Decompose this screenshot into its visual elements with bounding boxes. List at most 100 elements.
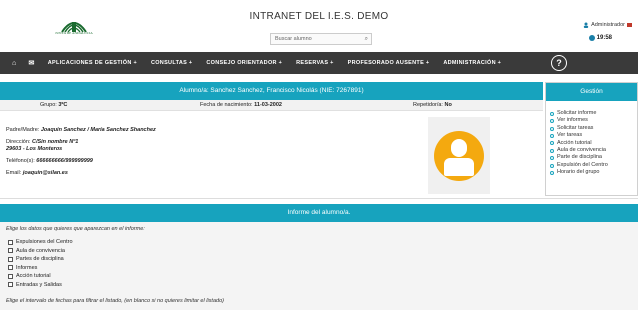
checkbox[interactable]: [8, 265, 13, 271]
check-expulsiones[interactable]: Expulsiones del Centro: [8, 238, 73, 247]
avatar: [428, 117, 490, 194]
user-menu[interactable]: Administrador: [583, 22, 632, 28]
search-input[interactable]: [271, 34, 357, 44]
gestion-item-label: Horario del grupo: [557, 169, 600, 176]
bullet-icon: [550, 163, 554, 168]
checkbox[interactable]: [8, 282, 13, 288]
direccion-line1: C/Sin nombre Nº1: [31, 139, 79, 145]
clock-time: 19:58: [596, 35, 612, 41]
report-body: Elige los datos que quieres que aparezca…: [0, 222, 638, 310]
checkbox[interactable]: [8, 239, 13, 245]
gestion-solicitar-informe[interactable]: Solicitar informe: [550, 110, 637, 117]
nav-administracion[interactable]: ADMINISTRACIÓN +: [436, 52, 508, 74]
grupo-value: 3ºC: [58, 102, 68, 108]
email-label: Email:: [6, 170, 22, 176]
checkbox[interactable]: [8, 273, 13, 279]
gestion-item-label: Ver informes: [557, 117, 588, 124]
bullet-icon: [550, 126, 554, 131]
username: Administrador: [591, 22, 625, 28]
gestion-item-label: Aula de convivencia: [557, 147, 606, 154]
nav-aplicaciones[interactable]: APLICACIONES DE GESTIÓN +: [41, 52, 144, 74]
nacimiento-label: Fecha de nacimiento:: [200, 102, 253, 108]
gestion-item-label: Acción tutorial: [557, 139, 592, 146]
grupo-field: Grupo: 3ºC: [40, 102, 67, 108]
report-hint-dates: Elige el intervalo de fechas para filtra…: [6, 298, 224, 304]
student-summary-row: Grupo: 3ºC Fecha de nacimiento: 11-03-20…: [0, 100, 543, 111]
report-heading: Informe del alumno/a.: [0, 204, 638, 222]
gestion-item-label: Expulsión del Centro: [557, 161, 608, 168]
gestion-list: Solicitar informe Ver informes Solicitar…: [546, 101, 637, 177]
check-label: Expulsiones del Centro: [16, 239, 73, 246]
repetidor-field: Repetidor/a: No: [413, 102, 452, 108]
padres-label: Padre/Madre:: [6, 127, 40, 133]
nav-consultas[interactable]: CONSULTAS +: [144, 52, 199, 74]
telefono-label: Teléfono(s):: [6, 158, 35, 164]
student-details: Padre/Madre: Joaquín Sanchez / María San…: [6, 127, 366, 182]
check-partes-disciplina[interactable]: Partes de disciplina: [8, 255, 73, 264]
bullet-icon: [550, 141, 554, 146]
student-heading: Alumno/a: Sanchez Sanchez, Francisco Nic…: [0, 82, 543, 100]
gestion-aula-convivencia[interactable]: Aula de convivencia: [550, 147, 637, 154]
email-value: joaquin@silan.es: [22, 170, 68, 176]
nav-profesorado-ausente[interactable]: PROFESORADO AUSENTE +: [341, 52, 437, 74]
gestion-ver-informes[interactable]: Ver informes: [550, 117, 637, 124]
repetidor-label: Repetidor/a:: [413, 102, 443, 108]
gestion-item-label: Solicitar informe: [557, 110, 597, 116]
logo-text: JUNTA DE ANDALUCIA: [55, 31, 93, 35]
bullet-icon: [550, 119, 554, 124]
report-checklist: Expulsiones del Centro Aula de convivenc…: [8, 238, 73, 289]
check-label: Informes: [16, 264, 38, 271]
checkbox[interactable]: [8, 256, 13, 262]
help-icon[interactable]: ?: [551, 55, 567, 71]
bullet-icon: [550, 156, 554, 161]
nav-reservas[interactable]: RESERVAS +: [289, 52, 341, 74]
header: JUNTA DE ANDALUCIA INTRANET DEL I.E.S. D…: [0, 0, 638, 52]
check-entradas-salidas[interactable]: Entradas y Salidas: [8, 281, 73, 290]
clock-icon: [588, 35, 595, 41]
page-title: INTRANET DEL I.E.S. DEMO: [249, 11, 389, 22]
check-label: Partes de disciplina: [16, 256, 64, 263]
nav-consejo-orientador[interactable]: CONSEJO ORIENTADOR +: [199, 52, 289, 74]
gestion-item-label: Parte de disciplina: [557, 154, 602, 161]
nacimiento-field: Fecha de nacimiento: 11-03-2002: [200, 102, 282, 108]
padres-block: Padre/Madre: Joaquín Sanchez / María San…: [6, 127, 366, 134]
nacimiento-value: 11-03-2002: [254, 102, 282, 108]
gestion-ver-tareas[interactable]: Ver tareas: [550, 132, 637, 139]
check-label: Acción tutorial: [16, 273, 51, 280]
gestion-solicitar-tareas[interactable]: Solicitar tareas: [550, 125, 637, 132]
clock: 19:58: [588, 35, 612, 41]
logout-icon[interactable]: [627, 23, 632, 27]
bullet-icon: [550, 170, 554, 175]
report-hint-fields: Elige los datos que quieres que aparezca…: [6, 226, 145, 232]
user-icon: [583, 22, 589, 28]
search-icon[interactable]: ⌕: [365, 36, 368, 43]
gestion-item-label: Ver tareas: [557, 132, 583, 139]
divider: [0, 198, 638, 199]
email-block: Email: joaquin@silan.es: [6, 170, 366, 177]
check-accion-tutorial[interactable]: Acción tutorial: [8, 272, 73, 281]
bullet-icon: [550, 148, 554, 153]
search-box[interactable]: ⌕: [270, 33, 372, 45]
check-aula-convivencia[interactable]: Aula de convivencia: [8, 247, 73, 256]
avatar-placeholder-icon: [434, 130, 484, 181]
check-informes[interactable]: Informes: [8, 264, 73, 273]
telefono-block: Teléfono(s): 666666666/999999999: [6, 158, 366, 165]
direccion-block: Dirección: C/Sin nombre Nº1 29603 - Los …: [6, 139, 366, 153]
bullet-icon: [550, 111, 554, 116]
gestion-accion-tutorial[interactable]: Acción tutorial: [550, 140, 637, 147]
gestion-parte-disciplina[interactable]: Parte de disciplina: [550, 154, 637, 161]
gestion-horario[interactable]: Horario del grupo: [550, 169, 637, 176]
padres-value: Joaquín Sanchez / María Sanchez Shanchez: [40, 127, 156, 133]
grupo-label: Grupo:: [40, 102, 57, 108]
main-nav: ⌂ ✉ APLICACIONES DE GESTIÓN + CONSULTAS …: [0, 52, 638, 74]
direccion-label: Dirección:: [6, 139, 31, 145]
repetidor-value: No: [444, 102, 452, 108]
mail-icon[interactable]: ✉: [23, 52, 41, 74]
gestion-expulsion[interactable]: Expulsión del Centro: [550, 162, 637, 169]
home-icon[interactable]: ⌂: [6, 52, 23, 74]
direccion-line2: 29603 - Los Monteros: [6, 146, 63, 152]
telefono-value: 666666666/999999999: [36, 158, 93, 164]
gestion-item-label: Solicitar tareas: [557, 124, 594, 131]
gestion-heading: Gestión: [546, 83, 637, 101]
checkbox[interactable]: [8, 248, 13, 254]
